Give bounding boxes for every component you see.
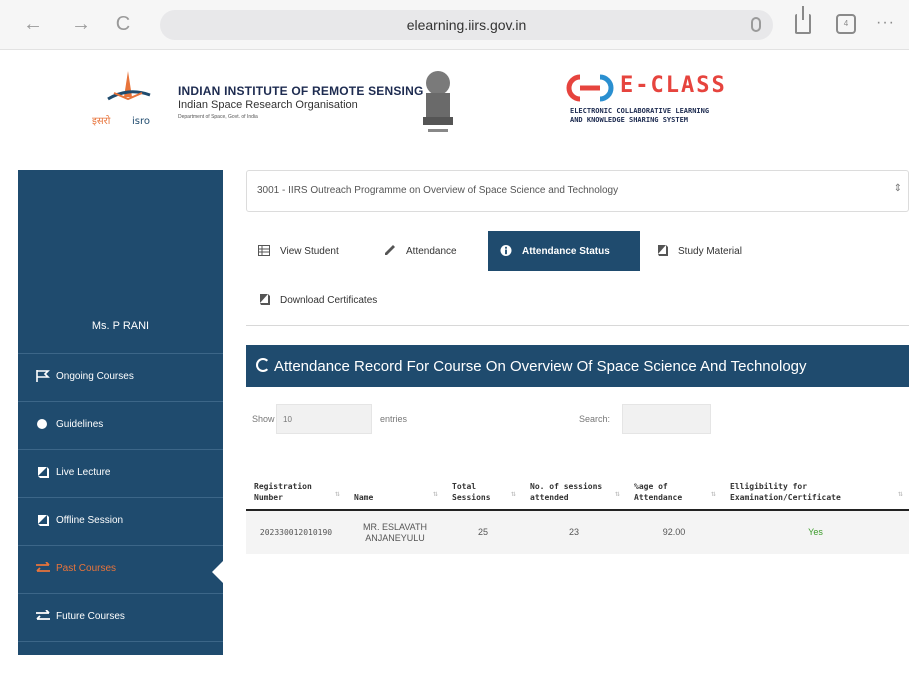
forward-button[interactable]: →	[68, 12, 94, 36]
cell-registration: 202330012010190	[246, 510, 346, 554]
national-emblem-icon	[423, 71, 453, 132]
exchange-icon	[36, 610, 50, 620]
sidebar-item-label: Offline Session	[56, 515, 124, 526]
cell-eligibility: Yes	[722, 510, 909, 554]
user-name: Ms. P RANI	[91, 320, 150, 332]
sidebar-item-offline-session[interactable]: Offline Session	[18, 497, 223, 544]
reload-button[interactable]: C	[110, 12, 136, 36]
isro-logo: इसरो isro	[92, 71, 151, 127]
mic-icon[interactable]	[751, 17, 761, 32]
tab-download-certificates[interactable]: Download Certificates	[246, 280, 414, 320]
sidebar: Ms. P RANI Ongoing Courses Guidelines Li…	[18, 170, 223, 655]
table-header-row: Registration Number ⇅ Name ⇅ Total Session…	[246, 447, 909, 511]
back-button[interactable]: ←	[20, 12, 46, 36]
table-row: 202330012010190 MR. ESLAVATH ANJANEYULU …	[246, 510, 909, 554]
site-header: इसरो isro INDIAN INSTITUTE OF REMOTE SEN…	[0, 51, 909, 159]
entries-label: entries	[380, 414, 408, 424]
sort-icon: ⇅	[898, 489, 903, 498]
sort-icon: ⇅	[335, 489, 340, 498]
book-icon	[38, 467, 49, 478]
tab-view-student[interactable]: View Student	[246, 231, 364, 271]
share-icon[interactable]	[795, 6, 811, 34]
cell-percent-attendance: 92.00	[626, 510, 722, 554]
sidebar-item-guidelines[interactable]: Guidelines	[18, 401, 223, 448]
sort-icon: ⇅	[615, 489, 620, 498]
circle-icon	[37, 419, 47, 429]
flag-icon	[36, 370, 50, 382]
book-icon	[658, 245, 668, 256]
sidebar-item-label: Future Courses	[56, 611, 125, 622]
tab-study-material[interactable]: Study Material	[644, 231, 774, 271]
cell-name: MR. ESLAVATH ANJANEYULU	[346, 510, 444, 554]
sort-icon: ⇅	[711, 489, 716, 498]
tab-label: Download Certificates	[280, 295, 378, 306]
entries-select[interactable]: 10	[276, 404, 372, 434]
divider	[246, 325, 909, 326]
exchange-icon	[36, 562, 50, 572]
sidebar-item-label: Live Lecture	[56, 467, 111, 478]
sort-icon: ⇅	[433, 489, 438, 498]
column-header-percent-attendance[interactable]: %age of Attendance ⇅	[626, 447, 722, 511]
attendance-record-title: Attendance Record For Course On Overview…	[274, 358, 807, 375]
column-header-eligibility[interactable]: Elligibility for Examination/Certificate…	[722, 447, 909, 511]
pencil-icon	[385, 245, 395, 255]
cell-total-sessions: 25	[444, 510, 522, 554]
attendance-table: Registration Number ⇅ Name ⇅ Total Session…	[246, 447, 909, 554]
sidebar-item-label: Guidelines	[56, 419, 104, 430]
tab-attendance[interactable]: Attendance	[372, 231, 480, 271]
tab-attendance-status[interactable]: Attendance Status	[488, 231, 640, 271]
sidebar-item-more[interactable]	[18, 641, 223, 688]
tab-label: Study Material	[678, 246, 742, 257]
sidebar-item-ongoing-courses[interactable]: Ongoing Courses	[18, 353, 223, 400]
book-icon	[260, 294, 270, 305]
sidebar-item-future-courses[interactable]: Future Courses	[18, 593, 223, 640]
column-header-registration[interactable]: Registration Number ⇅	[246, 447, 346, 511]
eclass-title: E-CLASS	[620, 73, 727, 98]
column-header-name[interactable]: Name ⇅	[346, 447, 444, 511]
column-header-sessions-attended[interactable]: No. of sessions attended ⇅	[522, 447, 626, 511]
tab-label: Attendance Status	[522, 246, 610, 257]
show-label: Show	[252, 414, 275, 424]
table-icon	[258, 245, 270, 256]
browser-toolbar: ← → C elearning.iirs.gov.in 4 ···	[0, 0, 909, 50]
department-text: Department of Space, Govt. of India	[178, 114, 258, 120]
book-icon	[38, 515, 49, 526]
eclass-subtitle-1: ELECTRONIC COLLABORATIVE LEARNING	[570, 107, 710, 115]
search-label: Search:	[579, 414, 611, 424]
tabs-icon[interactable]: 4	[836, 14, 856, 34]
more-icon[interactable]: ···	[876, 14, 895, 32]
institute-subtitle: Indian Space Research Organisation	[178, 99, 358, 111]
isro-hindi-text: इसरो	[92, 115, 111, 127]
tab-label: View Student	[280, 246, 339, 257]
course-select-value: 3001 - IIRS Outreach Programme on Overvi…	[257, 185, 619, 196]
address-bar[interactable]: elearning.iirs.gov.in	[160, 10, 773, 40]
institute-title: INDIAN INSTITUTE OF REMOTE SENSING	[178, 84, 424, 98]
course-select[interactable]: 3001 - IIRS Outreach Programme on Overvi…	[246, 170, 909, 212]
refresh-icon	[256, 358, 270, 372]
cell-sessions-attended: 23	[522, 510, 626, 554]
tab-label: Attendance	[406, 246, 457, 257]
sidebar-item-past-courses[interactable]: Past Courses	[18, 545, 223, 592]
sort-icon: ⇅	[511, 489, 516, 498]
sidebar-item-label: Past Courses	[56, 563, 117, 574]
eclass-logo-icon	[566, 74, 614, 102]
select-arrow-icon: ⇕	[893, 183, 902, 194]
sidebar-item-live-lecture[interactable]: Live Lecture	[18, 449, 223, 496]
isro-text: isro	[132, 116, 150, 127]
active-item-caret	[212, 558, 226, 586]
info-icon	[500, 245, 512, 256]
attendance-record-header: Attendance Record For Course On Overview…	[246, 345, 909, 387]
eclass-subtitle-2: AND KNOWLEDGE SHARING SYSTEM	[570, 116, 689, 124]
search-input[interactable]	[622, 404, 711, 434]
column-header-total-sessions[interactable]: Total Sessions ⇅	[444, 447, 522, 511]
entries-select-value: 10	[283, 415, 292, 424]
sidebar-item-label: Ongoing Courses	[56, 371, 134, 382]
url-text: elearning.iirs.gov.in	[406, 17, 527, 33]
